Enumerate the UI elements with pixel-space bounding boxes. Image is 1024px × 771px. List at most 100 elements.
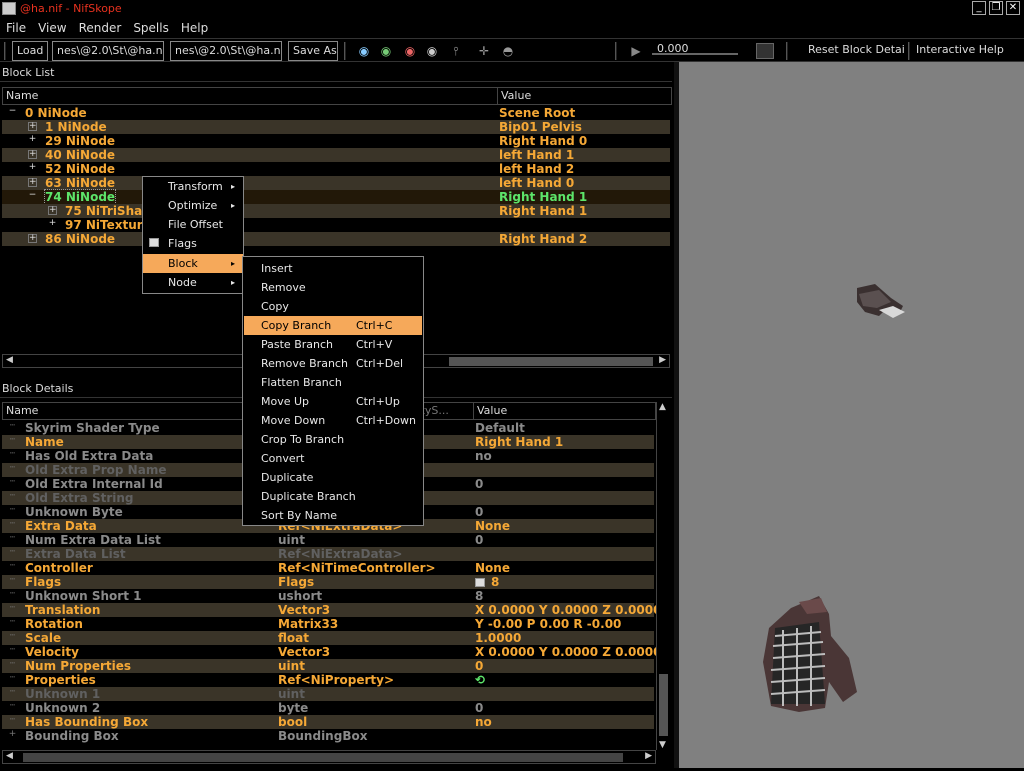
block-list-row[interactable]: +1 NiNode Bip01 Pelvis (2, 120, 670, 134)
shade-icon[interactable]: ◓ (500, 44, 516, 58)
refresh-icon[interactable]: ⟲ (475, 673, 485, 687)
scroll-right-icon[interactable]: ▶ (659, 355, 666, 365)
reset-block-details-button[interactable]: Reset Block Details (804, 41, 904, 61)
horizontal-scrollbar[interactable]: ◀ ▶ (2, 750, 656, 764)
submenu-item-sort-by-name[interactable]: Sort By Name (244, 506, 422, 525)
submenu-item-copy-branch[interactable]: Copy Branch Ctrl+C (244, 316, 422, 335)
scroll-left-icon[interactable]: ◀ (6, 355, 13, 365)
expand-icon[interactable]: + (28, 163, 37, 173)
scrollbar-thumb[interactable] (449, 357, 653, 366)
detail-value: 0 (475, 659, 484, 673)
interactive-help-button[interactable]: Interactive Help (912, 41, 1006, 61)
block-list-row[interactable]: +97 NiTexture (2, 218, 670, 232)
minimize-icon[interactable]: _ (972, 1, 986, 15)
loop-icon[interactable] (756, 43, 774, 59)
time-slider[interactable] (652, 53, 738, 55)
submenu-item-move-up[interactable]: Move Up Ctrl+Up (244, 392, 422, 411)
play-icon[interactable]: ▶ (628, 44, 644, 58)
expand-icon[interactable]: + (8, 730, 17, 740)
restore-icon[interactable]: ❐ (989, 1, 1003, 15)
detail-row[interactable]: ┄ Rotation Matrix33 Y -0.00 P 0.00 R -0.00 (2, 617, 654, 631)
detail-row[interactable]: ┄ Controller Ref<NiTimeController> None (2, 561, 654, 575)
submenu-item-flatten-branch[interactable]: Flatten Branch (244, 373, 422, 392)
block-list-row[interactable]: +86 NiNode Right Hand 2 (2, 232, 670, 246)
menu-item-transform[interactable]: Transform ▸ (143, 177, 243, 196)
menu-item-file-offset[interactable]: File Offset (143, 215, 243, 234)
detail-row[interactable]: ┄ Velocity Vector3 X 0.0000 Y 0.0000 Z 0.00… (2, 645, 662, 659)
block-list-row[interactable]: +63 NiNode left Hand 0 (2, 176, 670, 190)
detail-row[interactable]: ┄ Translation Vector3 X 0.0000 Y 0.0000 Z 0… (2, 603, 661, 617)
submenu-item-copy[interactable]: Copy (244, 297, 422, 316)
submenu-item-remove[interactable]: Remove (244, 278, 422, 297)
menu-view[interactable]: View (32, 21, 72, 35)
block-list-row[interactable]: −0 NiNode Scene Root (2, 106, 670, 120)
scroll-left-icon[interactable]: ◀ (6, 751, 13, 761)
expand-icon[interactable]: + (28, 150, 37, 159)
detail-row[interactable]: ┄ Unknown 2 byte 0 (2, 701, 654, 715)
eye-icon[interactable]: ◉ (424, 44, 440, 58)
detail-row[interactable]: + Bounding Box BoundingBox (2, 729, 654, 743)
menu-item-optimize[interactable]: Optimize ▸ (143, 196, 243, 215)
block-list-row[interactable]: +75 NiTriShap Right Hand 1 (2, 204, 670, 218)
menu-item-flags[interactable]: Flags (143, 234, 243, 253)
axes-icon[interactable]: ✛ (476, 44, 492, 58)
menu-item-node[interactable]: Node ▸ (143, 273, 243, 292)
menu-render[interactable]: Render (73, 21, 128, 35)
collapse-icon[interactable]: − (28, 191, 37, 201)
expand-icon[interactable]: + (48, 219, 57, 229)
submenu-item-crop-to-branch[interactable]: Crop To Branch (244, 430, 422, 449)
menu-spells[interactable]: Spells (127, 21, 175, 35)
block-value: Bip01 Pelvis (499, 120, 582, 134)
save-path-field[interactable]: nes\@2.0\St\@ha.nif (170, 41, 282, 61)
submenu-item-duplicate[interactable]: Duplicate (244, 468, 422, 487)
block-list-row[interactable]: +29 NiNode Right Hand 0 (2, 134, 670, 148)
detail-row[interactable]: ┄ Has Bounding Box bool no (2, 715, 654, 729)
submenu-item-remove-branch[interactable]: Remove Branch Ctrl+Del (244, 354, 422, 373)
detail-row[interactable]: ┄ Unknown 1 uint (2, 687, 654, 701)
detail-row[interactable]: ┄ Num Properties uint 0 (2, 659, 654, 673)
menu-item-block[interactable]: Block ▸ (143, 254, 243, 273)
collapse-icon[interactable]: − (8, 107, 17, 117)
eye-icon[interactable]: ◉ (378, 44, 394, 58)
block-list-row[interactable]: +40 NiNode left Hand 1 (2, 148, 670, 162)
detail-row[interactable]: ┄ Scale float 1.0000 (2, 631, 654, 645)
eye-icon[interactable]: ◉ (402, 44, 418, 58)
bone-icon[interactable]: ⫯ (448, 44, 464, 58)
load-path-field[interactable]: nes\@2.0\St\@ha.nif (52, 41, 164, 61)
detail-row[interactable]: ┄ Flags Flags 8 (2, 575, 654, 589)
save-as-button[interactable]: Save As (288, 41, 338, 61)
detail-row[interactable]: ┄ Extra Data List Ref<NiExtraData> (2, 547, 654, 561)
detail-row[interactable]: ┄ Unknown Short 1 ushort 8 (2, 589, 654, 603)
block-list-row[interactable]: +52 NiNode left Hand 2 (2, 162, 670, 176)
expand-icon[interactable]: + (28, 178, 37, 187)
submenu-item-convert[interactable]: Convert (244, 449, 422, 468)
scroll-up-icon[interactable]: ▲ (659, 402, 666, 412)
scrollbar-thumb[interactable] (659, 674, 668, 736)
menu-file[interactable]: File (0, 21, 32, 35)
expand-icon[interactable]: + (28, 234, 37, 243)
column-value[interactable]: Value (473, 403, 507, 419)
load-button[interactable]: Load (12, 41, 48, 61)
expand-icon[interactable]: + (28, 135, 37, 145)
submenu-item-move-down[interactable]: Move Down Ctrl+Down (244, 411, 422, 430)
detail-value: 0 (475, 505, 484, 519)
eye-icon[interactable]: ◉ (356, 44, 372, 58)
submenu-item-paste-branch[interactable]: Paste Branch Ctrl+V (244, 335, 422, 354)
column-name[interactable]: Name (3, 88, 38, 104)
vertical-scrollbar[interactable]: ▲ ▼ (656, 402, 670, 750)
detail-row[interactable]: ┄ Num Extra Data List uint 0 (2, 533, 654, 547)
scrollbar-thumb[interactable] (23, 753, 623, 762)
render-viewport[interactable] (679, 62, 1024, 768)
submenu-item-insert[interactable]: Insert (244, 259, 422, 278)
detail-row[interactable]: ┄ Properties Ref<NiProperty> ⟲ (2, 673, 654, 687)
block-list-row[interactable]: −74 NiNode Right Hand 1 (2, 189, 670, 205)
submenu-item-duplicate-branch[interactable]: Duplicate Branch (244, 487, 422, 506)
expand-icon[interactable]: + (48, 206, 57, 215)
scroll-right-icon[interactable]: ▶ (645, 751, 652, 761)
expand-icon[interactable]: + (28, 122, 37, 131)
column-value[interactable]: Value (497, 88, 531, 104)
close-icon[interactable]: ✕ (1006, 1, 1020, 15)
column-name[interactable]: Name (3, 403, 38, 419)
menu-help[interactable]: Help (175, 21, 214, 35)
scroll-down-icon[interactable]: ▼ (659, 740, 666, 750)
